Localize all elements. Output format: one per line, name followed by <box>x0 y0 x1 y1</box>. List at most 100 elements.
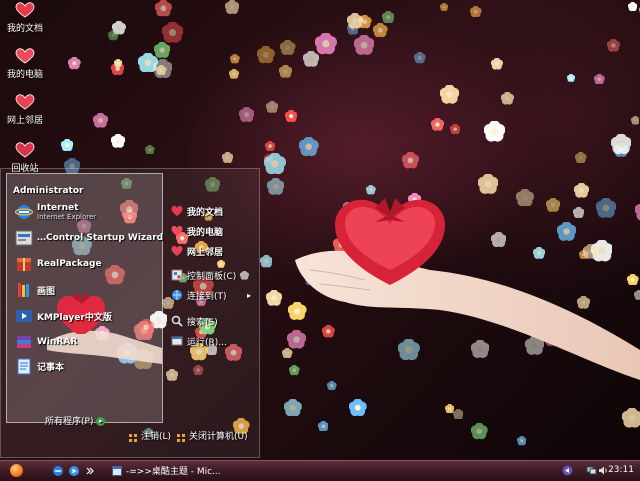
bokeh-flower <box>260 255 273 268</box>
bokeh-flower <box>431 118 444 131</box>
desktop-icon-network-places[interactable]: 网上邻居 <box>2 94 48 126</box>
pinned-program-label: 记事本 <box>37 360 64 373</box>
bokeh-flower <box>93 113 108 128</box>
wizard-icon <box>15 229 33 247</box>
pinned-program-notepad[interactable]: 记事本 <box>15 356 64 376</box>
pinned-program-internet[interactable]: InternetInternet Explorer <box>15 202 96 222</box>
start-right-label: 搜索(S) <box>187 315 218 328</box>
logoff-label: 注销(L) <box>141 429 171 442</box>
start-right-network-places[interactable]: 网上邻居 <box>171 243 223 259</box>
connect-icon <box>171 289 183 301</box>
heart-network-icon <box>171 245 183 257</box>
start-button[interactable] <box>10 464 23 477</box>
bokeh-flower <box>327 381 336 390</box>
bokeh-flower <box>574 183 589 198</box>
start-right-run[interactable]: 运行(R)... <box>171 333 227 349</box>
start-right-label: 网上邻居 <box>187 245 223 258</box>
package-icon <box>15 255 33 273</box>
bokeh-flower <box>114 59 122 67</box>
pinned-program-realpackage[interactable]: RealPackage <box>15 254 102 274</box>
bokeh-flower <box>501 92 514 105</box>
all-programs-button[interactable]: 所有程序(P) ▸ <box>45 414 105 427</box>
ie-icon[interactable] <box>52 465 64 477</box>
bokeh-flower <box>402 152 419 169</box>
start-right-my-documents[interactable]: 我的文档 <box>171 203 223 219</box>
arrow-right-icon: ▸ <box>96 417 105 426</box>
bokeh-flower <box>484 121 505 142</box>
bokeh-flower <box>546 198 560 212</box>
bokeh-flower <box>284 399 302 417</box>
paint-icon <box>15 281 33 299</box>
bokeh-flower <box>453 409 464 420</box>
bokeh-flower <box>229 69 239 79</box>
bokeh-flower <box>491 58 503 70</box>
desktop-icon-my-computer[interactable]: 我的电脑 <box>2 48 48 80</box>
desktop-icon-label: 网上邻居 <box>2 113 48 126</box>
heart-folder-icon <box>171 205 183 217</box>
taskbar-window-button[interactable]: -=>>桌酷主题 - Mic... <box>112 463 221 478</box>
system-tray: 23:11 <box>562 463 640 479</box>
wallpaper-heart-gift <box>330 190 450 290</box>
taskbar-clock: 23:11 <box>608 465 634 475</box>
pinned-program-label: 画图 <box>37 284 55 297</box>
bokeh-flower <box>257 46 275 64</box>
logoff-button[interactable]: 注销(L) <box>129 429 171 442</box>
bokeh-flower <box>266 290 282 306</box>
bokeh-flower <box>347 13 363 29</box>
start-right-connect-to[interactable]: 连接到(T) ▸ <box>171 287 227 303</box>
pinned-program-label: RealPackage <box>37 259 102 269</box>
bokeh-flower <box>155 0 172 17</box>
tray-app-icon[interactable] <box>562 465 573 476</box>
start-right-label: 运行(R)... <box>187 335 227 348</box>
bokeh-flower <box>239 107 254 122</box>
bokeh-flower <box>516 189 534 207</box>
bokeh-flower <box>440 85 459 104</box>
pinned-program-winrar[interactable]: WinRAR <box>15 332 77 352</box>
bokeh-flower <box>596 198 616 218</box>
shutdown-button[interactable]: 关闭计算机(U) <box>177 429 248 442</box>
start-right-label: 连接到(T) <box>187 289 227 302</box>
bokeh-flower <box>318 421 329 432</box>
pinned-program-wizard[interactable]: …Control Startup Wizard <box>15 228 163 248</box>
window-icon <box>112 466 122 476</box>
run-icon <box>171 335 183 347</box>
bokeh-flower <box>517 436 527 446</box>
start-menu-username: Administrator <box>13 186 83 196</box>
shutdown-icon <box>177 432 185 440</box>
bokeh-flower <box>607 39 620 52</box>
start-right-my-computer[interactable]: 我的电脑 <box>171 223 223 239</box>
desktop-icon-my-documents[interactable]: 我的文档 <box>2 2 48 34</box>
start-menu-programs-pane: Administrator InternetInternet Explorer … <box>6 173 163 423</box>
bokeh-flower <box>285 110 297 122</box>
start-right-search[interactable]: 搜索(S) <box>171 313 218 329</box>
bokeh-flower <box>594 74 605 85</box>
bokeh-flower <box>222 152 233 163</box>
pinned-program-label: Internet <box>37 203 78 213</box>
tray-network-icon[interactable] <box>586 465 597 476</box>
bokeh-flower <box>354 35 374 55</box>
start-right-control-panel[interactable]: 控制面板(C) <box>171 267 236 283</box>
bokeh-flower <box>478 174 498 194</box>
media-icon[interactable] <box>68 465 80 477</box>
bokeh-flower <box>382 11 395 24</box>
bokeh-flower <box>111 134 125 148</box>
bokeh-flower <box>635 201 640 221</box>
bokeh-flower <box>162 22 183 43</box>
shutdown-label: 关闭计算机(U) <box>189 429 248 442</box>
bokeh-flower <box>264 153 286 175</box>
bokeh-flower <box>61 139 73 151</box>
bokeh-flower <box>349 399 366 416</box>
quicklaunch-chevron-icon[interactable] <box>84 465 96 477</box>
start-right-label: 我的电脑 <box>187 225 223 238</box>
control-panel-icon <box>171 269 183 281</box>
desktop-icon-label: 我的文档 <box>2 21 48 34</box>
pinned-program-kmplayer[interactable]: KMPlayer中文版 <box>15 306 112 326</box>
pinned-program-label: …Control Startup Wizard <box>37 233 163 243</box>
bokeh-flower <box>622 408 640 428</box>
taskbar: -=>>桌酷主题 - Mic... 23:11 <box>0 460 640 481</box>
pinned-program-sublabel: Internet Explorer <box>37 213 96 221</box>
bokeh-flower <box>450 124 460 134</box>
pinned-program-paint[interactable]: 画图 <box>15 280 55 300</box>
start-right-label: 控制面板(C) <box>187 269 236 282</box>
bokeh-flower <box>470 6 481 17</box>
